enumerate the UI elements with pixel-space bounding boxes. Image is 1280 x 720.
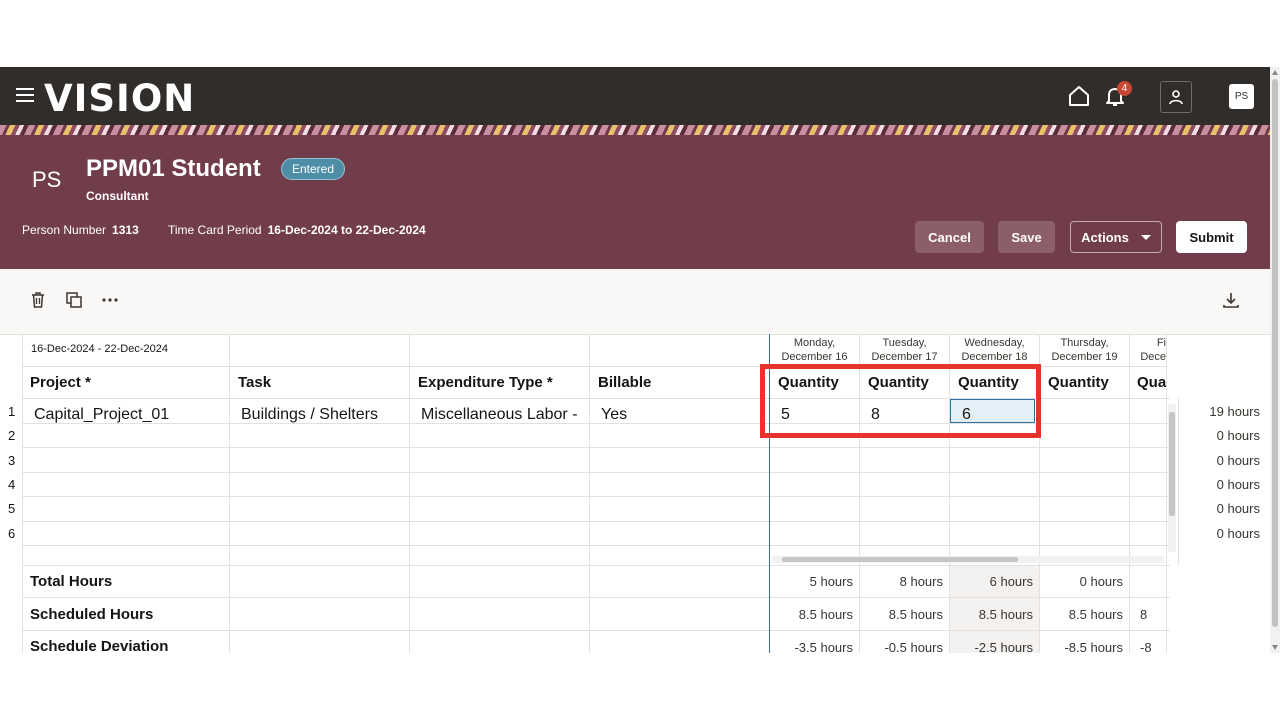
row-total-hours: 0 hours	[1216, 477, 1260, 492]
day-header-monday: Monday, December 16	[770, 336, 859, 364]
period-label: Time Card Period	[168, 223, 262, 237]
cancel-label: Cancel	[928, 229, 971, 245]
download-icon[interactable]	[1221, 290, 1241, 310]
scrollbar-thumb[interactable]	[1272, 79, 1278, 627]
page-vertical-scrollbar[interactable]	[1270, 67, 1280, 653]
row-total-hours: 0 hours	[1216, 526, 1260, 541]
day-name: Thursday,	[1060, 337, 1109, 349]
duplicate-icon[interactable]	[64, 290, 84, 310]
deviation-wednesday: -2.5 hours	[974, 640, 1033, 653]
row-number: 2	[8, 428, 16, 443]
grid-toolbar	[0, 269, 1270, 334]
row-total-hours: 0 hours	[1216, 453, 1260, 468]
submit-button[interactable]: Submit	[1176, 221, 1247, 253]
expenditure-type-cell[interactable]: Miscellaneous Labor -	[421, 406, 578, 424]
row-total-hours: 19 hours	[1209, 404, 1260, 419]
period-value: 16-Dec-2024 to 22-Dec-2024	[267, 223, 426, 237]
person-name: PPM01 Student	[86, 155, 261, 182]
delete-icon[interactable]	[28, 290, 48, 310]
billable-cell[interactable]: Yes	[601, 406, 627, 424]
column-header-project[interactable]: Project *	[30, 374, 91, 391]
column-header-billable[interactable]: Billable	[598, 374, 651, 391]
scheduled-hours-wednesday: 8.5 hours	[978, 607, 1033, 622]
day-date: December 17	[871, 351, 938, 363]
day-date: December 19	[1051, 351, 1118, 363]
status-badge: Entered	[281, 158, 346, 180]
person-job-title: Consultant	[86, 189, 149, 203]
scheduled-hours-monday: 8.5 hours	[798, 607, 853, 622]
cancel-button[interactable]: Cancel	[915, 221, 984, 253]
vision-logo: VISION	[44, 77, 196, 120]
save-button[interactable]: Save	[998, 221, 1055, 253]
project-cell[interactable]: Capital_Project_01	[34, 406, 169, 424]
save-label: Save	[1011, 229, 1042, 245]
day-header-tuesday: Tuesday, December 17	[860, 336, 949, 364]
quantity-header-friday: Qua	[1137, 374, 1166, 391]
person-icon	[1169, 90, 1183, 105]
summary-label-total-hours: Total Hours	[30, 573, 113, 590]
time-card-period: Time Card Period 16-Dec-2024 to 22-Dec-20…	[168, 223, 426, 237]
row-total-hours: 0 hours	[1216, 501, 1260, 516]
column-header-expenditure-type[interactable]: Expenditure Type *	[418, 374, 553, 391]
day-header-friday: Fi Dece	[1130, 336, 1166, 364]
day-name: Wednesday,	[964, 337, 1025, 349]
quantity-header-thursday: Quantity	[1048, 374, 1109, 391]
row-total-hours: 0 hours	[1216, 428, 1260, 443]
submit-label: Submit	[1189, 229, 1234, 245]
menu-icon[interactable]	[16, 88, 34, 102]
person-avatar: PS	[32, 167, 62, 192]
person-number: Person Number 1313	[22, 223, 139, 237]
summary-label-schedule-deviation: Schedule Deviation	[30, 638, 169, 653]
total-hours-tuesday: 8 hours	[899, 574, 943, 589]
home-icon[interactable]	[1066, 83, 1092, 109]
summary-label-scheduled-hours: Scheduled Hours	[30, 606, 154, 623]
chevron-down-icon	[1140, 234, 1151, 240]
day-name: Fi	[1156, 337, 1166, 349]
deviation-thursday: -8.5 hours	[1064, 640, 1123, 653]
actions-menu-button[interactable]: Actions	[1070, 221, 1162, 253]
deviation-friday: -8	[1140, 640, 1152, 653]
scheduled-hours-thursday: 8.5 hours	[1068, 607, 1123, 622]
day-date: December 16	[781, 351, 848, 363]
decorative-banner-strip	[0, 125, 1270, 135]
column-header-task[interactable]: Task	[238, 374, 271, 391]
person-header: PS PPM01 Student Entered Consultant Pers…	[0, 135, 1270, 269]
grid-vertical-scrollbar[interactable]	[1168, 404, 1176, 552]
scheduled-hours-tuesday: 8.5 hours	[888, 607, 943, 622]
day-date: December 18	[961, 351, 1028, 363]
row-number: 5	[8, 501, 16, 516]
grid-horizontal-scrollbar[interactable]	[772, 556, 1164, 563]
total-hours-thursday: 0 hours	[1079, 574, 1123, 589]
notification-count-badge: 4	[1117, 81, 1132, 96]
scroll-up-arrow-icon[interactable]	[1272, 70, 1278, 75]
row-number: 3	[8, 453, 16, 468]
day-header-wednesday: Wednesday, December 18	[950, 336, 1039, 364]
highlight-annotation-box	[760, 364, 1041, 438]
row-number: 4	[8, 477, 16, 492]
day-name: Tuesday,	[882, 337, 927, 349]
task-cell[interactable]: Buildings / Shelters	[241, 406, 378, 424]
day-name: Monday,	[793, 337, 836, 349]
actions-label: Actions	[1081, 229, 1129, 245]
total-hours-monday: 5 hours	[809, 574, 853, 589]
more-options-icon[interactable]	[100, 290, 120, 310]
deviation-monday: -3.5 hours	[794, 640, 853, 653]
person-number-value: 1313	[112, 223, 139, 237]
person-number-label: Person Number	[22, 223, 107, 237]
global-header: VISION 4 PS	[0, 67, 1270, 125]
user-profile-button[interactable]	[1160, 81, 1192, 113]
scheduled-hours-friday: 8	[1140, 607, 1148, 622]
date-range-caption: 16-Dec-2024 - 22-Dec-2024	[31, 343, 168, 355]
day-header-thursday: Thursday, December 19	[1040, 336, 1129, 364]
deviation-tuesday: -0.5 hours	[884, 640, 943, 653]
row-number: 1	[8, 404, 16, 419]
user-initials-avatar[interactable]: PS	[1229, 84, 1254, 109]
day-date: Dece	[1140, 351, 1166, 363]
scroll-down-arrow-icon[interactable]	[1272, 645, 1278, 650]
total-hours-wednesday: 6 hours	[989, 574, 1033, 589]
row-number: 6	[8, 526, 16, 541]
